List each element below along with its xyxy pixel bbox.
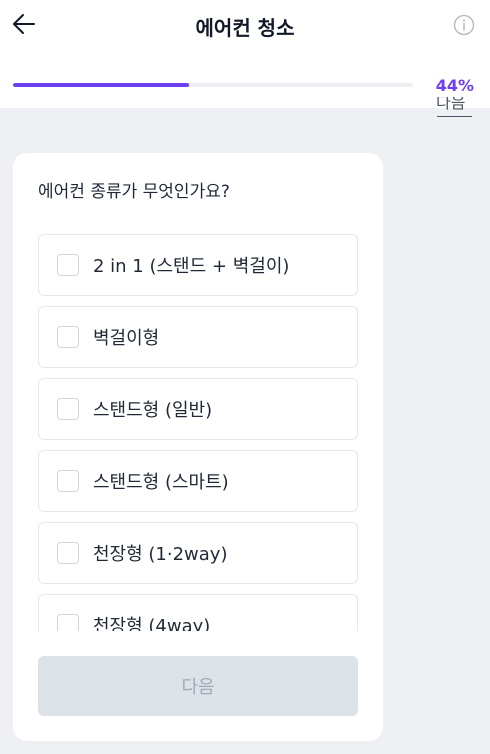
option-item[interactable]: 스탠드형 (일반) <box>38 378 358 440</box>
checkbox[interactable] <box>57 542 79 564</box>
checkbox[interactable] <box>57 398 79 420</box>
question-text: 에어컨 종류가 무엇인가요? <box>38 182 230 202</box>
info-button[interactable] <box>451 14 477 40</box>
option-label: 2 in 1 (스탠드 + 벽걸이) <box>93 256 290 277</box>
progress-percent: 44% <box>435 76 474 95</box>
option-item[interactable]: 천장형 (4way) <box>38 594 358 631</box>
option-label: 벽걸이형 <box>93 328 160 349</box>
progress-bar-fill <box>13 83 189 87</box>
peek-next-label: 다음 <box>436 97 466 112</box>
question-card: 에어컨 종류가 무엇인가요? 2 in 1 (스탠드 + 벽걸이) 벽걸이형 스… <box>13 153 383 741</box>
option-label: 천장형 (4way) <box>93 616 211 631</box>
progress-bar <box>13 83 413 87</box>
option-label: 스탠드형 (일반) <box>93 400 213 421</box>
option-label: 스탠드형 (스마트) <box>93 472 229 493</box>
checkbox[interactable] <box>57 614 79 631</box>
option-item[interactable]: 벽걸이형 <box>38 306 358 368</box>
checkbox[interactable] <box>57 326 79 348</box>
option-item[interactable]: 천장형 (1·2way) <box>38 522 358 584</box>
option-list: 2 in 1 (스탠드 + 벽걸이) 벽걸이형 스탠드형 (일반) 스탠드형 (… <box>38 234 358 631</box>
info-circle-icon <box>453 14 475 40</box>
next-button[interactable]: 다음 <box>38 656 358 716</box>
option-item[interactable]: 2 in 1 (스탠드 + 벽걸이) <box>38 234 358 296</box>
option-item[interactable]: 스탠드형 (스마트) <box>38 450 358 512</box>
header: 에어컨 청소 44% <box>0 0 490 108</box>
option-label: 천장형 (1·2way) <box>93 544 228 565</box>
checkbox[interactable] <box>57 470 79 492</box>
checkbox[interactable] <box>57 254 79 276</box>
page-title: 에어컨 청소 <box>195 16 295 40</box>
peek-underline <box>437 116 472 117</box>
